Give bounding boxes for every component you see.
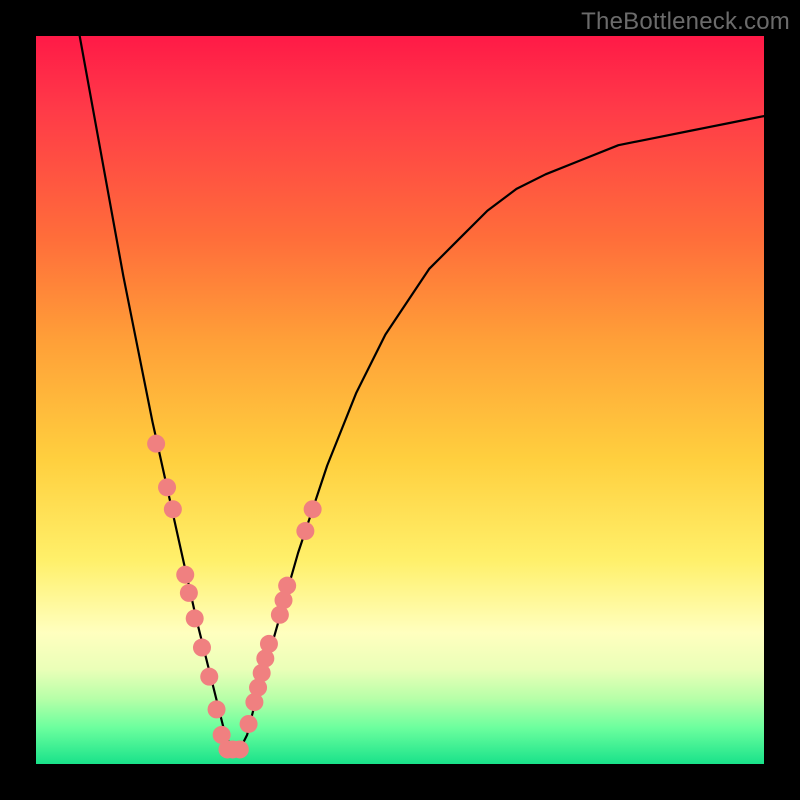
watermark-text: TheBottleneck.com [581,8,790,36]
data-dot [240,715,258,733]
data-dot [180,584,198,602]
data-dot [200,668,218,686]
bottleneck-curve [80,36,764,749]
chart-frame: TheBottleneck.com [0,0,800,800]
data-dot [304,500,322,518]
data-dot [193,639,211,657]
data-dot [164,500,182,518]
data-dot [147,435,165,453]
data-dot [296,522,314,540]
plot-area [36,36,764,764]
chart-svg [36,36,764,764]
data-dot [186,609,204,627]
data-dot [176,566,194,584]
data-dot [278,577,296,595]
data-dots [147,435,322,759]
data-dot [208,700,226,718]
data-dot [158,478,176,496]
data-dot [231,740,249,758]
data-dot [260,635,278,653]
